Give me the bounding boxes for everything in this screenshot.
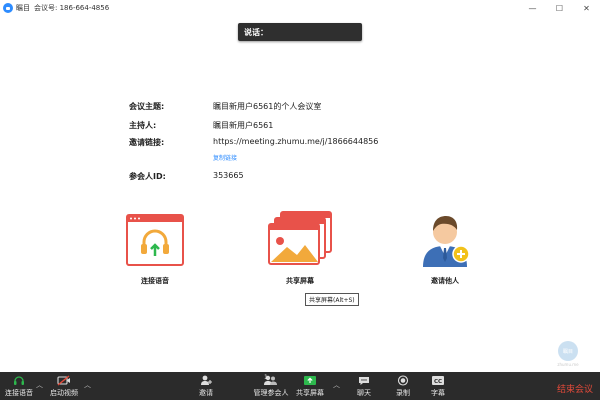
watermark-text: zhumu.me bbox=[557, 362, 579, 367]
join-audio-button-label: 连接语音 bbox=[5, 389, 33, 397]
maximize-button[interactable]: ☐ bbox=[546, 0, 573, 16]
meeting-id: 会议号: 186-664-4856 bbox=[34, 4, 110, 12]
record-button[interactable]: 录制 bbox=[389, 372, 417, 400]
invite-link-label: 邀请链接: bbox=[129, 138, 165, 147]
close-button[interactable]: ✕ bbox=[573, 0, 600, 16]
join-audio-label[interactable]: 连接语音 bbox=[115, 276, 195, 286]
watermark-badge: 瞩目 bbox=[558, 341, 578, 361]
share-screen-label[interactable]: 共享屏幕 bbox=[260, 276, 340, 286]
copy-link-button[interactable]: 复制链接 bbox=[213, 153, 237, 162]
subtitles-button[interactable]: CC 字幕 bbox=[424, 372, 452, 400]
share-screen-window-icon bbox=[268, 211, 332, 265]
share-screen-tooltip: 共享屏幕(Alt+S) bbox=[305, 293, 359, 306]
share-screen-button[interactable]: 共享屏幕 bbox=[292, 372, 328, 400]
start-video-button[interactable]: 启动视频 bbox=[47, 372, 81, 400]
participant-count-badge: 1 bbox=[264, 374, 268, 381]
video-options-chevron-icon[interactable]: ︿ bbox=[84, 380, 91, 390]
video-off-icon bbox=[57, 375, 70, 386]
minimize-button[interactable]: — bbox=[519, 0, 546, 16]
headphones-window-icon bbox=[126, 214, 184, 266]
start-video-button-label: 启动视频 bbox=[50, 389, 78, 397]
end-meeting-button[interactable]: 结束会议 bbox=[557, 382, 593, 395]
title-bar: 瞩目 会议号: 186-664-4856 — ☐ ✕ bbox=[0, 0, 600, 16]
chat-button-label: 聊天 bbox=[357, 389, 371, 397]
share-options-chevron-icon[interactable]: ︿ bbox=[333, 380, 340, 390]
manage-participants-label: 管理参会人 bbox=[253, 389, 289, 397]
record-icon bbox=[397, 375, 409, 386]
subtitles-button-label: 字幕 bbox=[431, 389, 445, 397]
record-button-label: 录制 bbox=[396, 389, 410, 397]
app-logo-icon bbox=[3, 3, 13, 13]
speaking-banner: 说话： bbox=[238, 23, 362, 41]
invite-others-action[interactable] bbox=[410, 210, 480, 268]
watermark-logo: 瞩目 zhumu.me bbox=[548, 340, 588, 368]
svg-text:CC: CC bbox=[434, 379, 442, 385]
invite-person-icon bbox=[423, 216, 470, 267]
invite-others-label[interactable]: 邀请他人 bbox=[405, 276, 485, 286]
participant-id-value: 353665 bbox=[213, 171, 244, 180]
invite-button[interactable]: 邀请 bbox=[192, 372, 220, 400]
host-label: 主持人: bbox=[129, 121, 157, 130]
invite-link-value: https://meeting.zhumu.me/j/1866644856 bbox=[213, 137, 379, 146]
participant-id-label: 参会人ID: bbox=[129, 172, 166, 181]
window-controls: — ☐ ✕ bbox=[519, 0, 600, 16]
topic-label: 会议主题: bbox=[129, 102, 165, 111]
topic-value: 瞩目新用户6561的个人会议室 bbox=[213, 102, 322, 111]
manage-participants-button[interactable]: 管理参会人 bbox=[248, 372, 294, 400]
share-screen-button-label: 共享屏幕 bbox=[296, 389, 324, 397]
headphones-icon bbox=[14, 376, 24, 385]
app-name: 瞩目 bbox=[16, 4, 30, 12]
join-audio-action[interactable] bbox=[120, 212, 190, 268]
invite-icon bbox=[201, 375, 212, 385]
join-audio-button[interactable]: 连接语音 bbox=[2, 372, 36, 400]
chat-icon bbox=[359, 377, 369, 385]
audio-options-chevron-icon[interactable]: ︿ bbox=[36, 380, 43, 390]
closed-caption-icon: CC bbox=[432, 376, 444, 385]
invite-button-label: 邀请 bbox=[199, 389, 213, 397]
chat-button[interactable]: 聊天 bbox=[350, 372, 378, 400]
share-screen-icon bbox=[304, 376, 316, 385]
host-value: 瞩目新用户6561 bbox=[213, 121, 274, 130]
share-screen-action[interactable] bbox=[264, 210, 336, 268]
meeting-toolbar: 连接语音 ︿ 启动视频 ︿ 邀请 管理参会人 1 共享屏幕 ︿ 聊天 录制 CC… bbox=[0, 372, 600, 400]
